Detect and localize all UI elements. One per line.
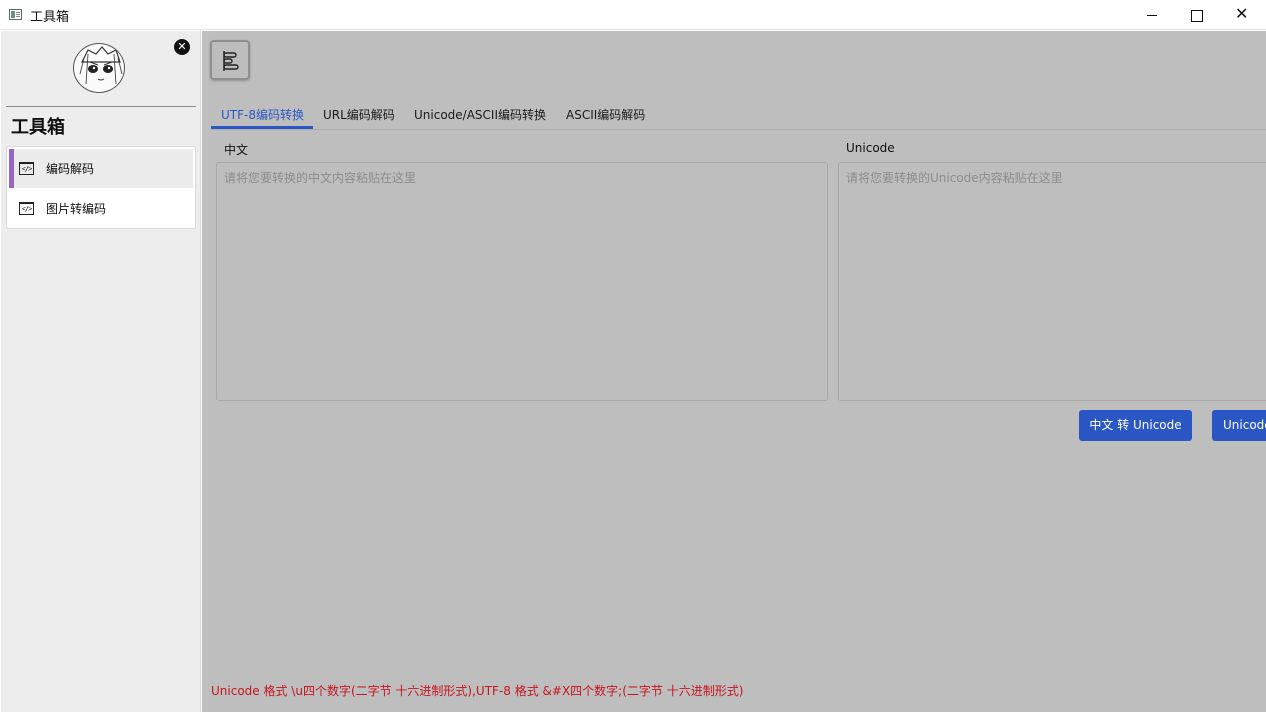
window-title: 工具箱 — [30, 10, 70, 25]
avatar-illustration — [77, 46, 123, 91]
avatar — [73, 43, 125, 93]
sidebar-item-encode-decode[interactable]: </> 编码解码 — [9, 149, 193, 188]
minimize-icon — [1147, 15, 1157, 16]
unicode-label: Unicode — [846, 141, 895, 155]
format-note: Unicode 格式 \u四个数字(二字节 十六进制形式),UTF-8 格式 &… — [211, 684, 744, 698]
tab-url[interactable]: URL编码解码 — [323, 106, 395, 123]
sidebar-item-label: 图片转编码 — [46, 202, 107, 216]
close-window-button[interactable]: ✕ — [1220, 0, 1266, 30]
close-icon: ✕ — [1235, 4, 1249, 23]
tab-unicode-ascii[interactable]: Unicode/ASCII编码转换 — [414, 106, 546, 123]
app-icon — [9, 9, 22, 20]
title-bar: 工具箱 ✕ — [0, 0, 1266, 30]
maximize-icon — [1191, 10, 1203, 22]
minimize-button[interactable] — [1129, 0, 1175, 30]
to-unicode-button[interactable]: 中文 转 Unicode — [1079, 410, 1192, 441]
menu-toggle-button[interactable] — [210, 40, 250, 80]
menu-toggle-icon — [223, 51, 239, 71]
sidebar-item-image-encode[interactable]: </> 图片转编码 — [9, 189, 193, 228]
chinese-label: 中文 — [224, 143, 249, 157]
chinese-input[interactable] — [216, 162, 828, 401]
code-icon: </> — [19, 162, 34, 175]
sidebar-close-icon[interactable]: ✕ — [174, 39, 190, 55]
unicode-input[interactable] — [838, 162, 1266, 401]
sidebar-item-label: 编码解码 — [46, 162, 95, 176]
sidebar-heading: 工具箱 — [11, 117, 65, 138]
to-chinese-button[interactable]: Unicode 转 中文 — [1212, 410, 1266, 441]
code-icon: </> — [19, 202, 34, 215]
main-content: UTF-8编码转换 URL编码解码 Unicode/ASCII编码转换 ASCI… — [202, 31, 1266, 712]
sidebar-divider — [6, 106, 196, 107]
sidebar-menu: </> 编码解码 </> 图片转编码 — [6, 146, 196, 229]
tab-utf8[interactable]: UTF-8编码转换 — [221, 106, 304, 123]
active-tab-indicator — [211, 126, 313, 129]
maximize-button[interactable] — [1175, 0, 1221, 30]
tab-ascii[interactable]: ASCII编码解码 — [566, 106, 645, 123]
tab-bar: UTF-8编码转换 URL编码解码 Unicode/ASCII编码转换 ASCI… — [210, 103, 1266, 130]
sidebar: ✕ 工具箱 </> 编码解码 </> 图片转编码 — [1, 31, 201, 712]
